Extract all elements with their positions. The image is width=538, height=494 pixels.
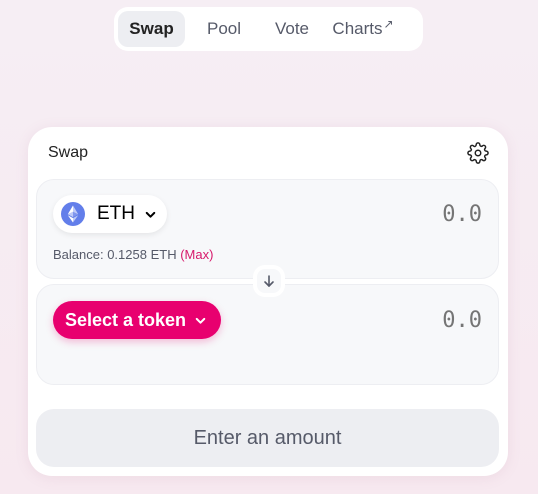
select-token-label: Select a token <box>65 309 187 330</box>
chevron-down-icon <box>145 211 156 218</box>
output-panel: Select a token <box>36 284 499 385</box>
swap-title: Swap <box>48 144 89 161</box>
balance-label: Balance: 0.1258 ETH <box>53 247 177 262</box>
top-nav: Swap Pool Vote Charts ↗ <box>114 7 423 51</box>
input-amount-field[interactable] <box>342 202 482 227</box>
swap-card: Swap ETH Balance: 0.1258 ETH (Max) <box>28 127 508 476</box>
arrow-down-icon <box>264 275 274 287</box>
tab-charts[interactable]: Charts ↗ <box>321 11 405 47</box>
input-token-select-button[interactable]: ETH <box>53 195 167 233</box>
select-token-button[interactable]: Select a token <box>53 301 221 339</box>
tab-swap-label: Swap <box>129 19 174 38</box>
ethereum-icon <box>61 202 85 226</box>
balance-text: Balance: 0.1258 ETH (Max) <box>53 247 213 262</box>
input-token-label: ETH <box>97 203 135 224</box>
max-button[interactable]: (Max) <box>180 247 213 262</box>
gear-icon[interactable] <box>467 142 489 164</box>
tab-vote[interactable]: Vote <box>263 11 321 47</box>
tab-swap[interactable]: Swap <box>118 11 185 47</box>
tab-charts-label: Charts <box>332 19 383 38</box>
tab-pool-label: Pool <box>206 19 242 38</box>
tab-pool[interactable]: Pool <box>185 11 263 47</box>
external-link-icon: ↗ <box>383 17 394 31</box>
chevron-down-icon <box>195 317 206 324</box>
tab-vote-label: Vote <box>274 19 310 38</box>
enter-amount-button[interactable]: Enter an amount <box>36 409 499 467</box>
output-amount-field[interactable] <box>342 308 482 333</box>
switch-tokens-button[interactable] <box>253 265 285 297</box>
input-panel: ETH Balance: 0.1258 ETH (Max) <box>36 179 499 279</box>
